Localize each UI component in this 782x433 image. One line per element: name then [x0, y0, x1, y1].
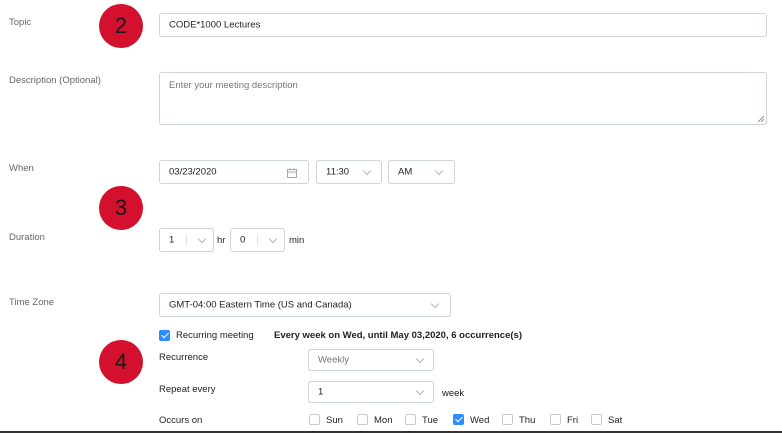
chevron-down-icon	[434, 166, 444, 176]
duration-minutes-value: 0	[240, 234, 246, 246]
hr-unit: hr	[217, 235, 226, 246]
chevron-down-icon	[415, 354, 425, 364]
chevron-down-icon	[268, 234, 278, 244]
when-label: When	[9, 163, 34, 174]
day-checkbox-thu[interactable]	[502, 414, 513, 425]
timezone-value: GMT-04:00 Eastern Time (US and Canada)	[169, 299, 352, 311]
chevron-down-icon	[197, 234, 207, 244]
day-checkbox-tue[interactable]	[405, 414, 416, 425]
day-label-sat[interactable]: Sat	[608, 415, 622, 426]
repeat-every-select[interactable]: 1	[308, 381, 434, 403]
chevron-down-icon	[415, 386, 425, 396]
day-label-tue[interactable]: Tue	[422, 415, 438, 426]
recurrence-summary: Every week on Wed, until May 03,2020, 6 …	[274, 330, 522, 341]
date-value: 03/23/2020	[169, 166, 217, 178]
day-checkbox-sun[interactable]	[309, 414, 320, 425]
description-textarea[interactable]: Enter your meeting description	[159, 72, 767, 125]
duration-hours-select[interactable]: 1	[159, 228, 214, 252]
day-checkbox-mon[interactable]	[357, 414, 368, 425]
step-3-badge: 3	[99, 186, 143, 230]
date-picker[interactable]: 03/23/2020	[159, 160, 309, 184]
topic-input[interactable]: CODE*1000 Lectures	[159, 13, 767, 37]
timezone-select[interactable]: GMT-04:00 Eastern Time (US and Canada)	[159, 293, 451, 317]
repeat-every-label: Repeat every	[159, 384, 216, 395]
timezone-label: Time Zone	[9, 297, 55, 308]
chevron-down-icon	[362, 166, 372, 176]
step-2-badge: 2	[99, 4, 143, 48]
occurs-on-label: Occurs on	[159, 415, 203, 426]
day-label-mon[interactable]: Mon	[374, 415, 392, 426]
recurrence-select[interactable]: Weekly	[308, 349, 434, 371]
duration-minutes-select[interactable]: 0	[230, 228, 285, 252]
day-checkbox-fri[interactable]	[550, 414, 561, 425]
time-select[interactable]: 11:30	[316, 160, 382, 184]
day-checkbox-wed[interactable]	[453, 414, 464, 425]
description-placeholder: Enter your meeting description	[169, 80, 298, 91]
ampm-value: AM	[398, 166, 413, 178]
calendar-icon[interactable]	[287, 168, 297, 178]
time-value: 11:30	[326, 166, 350, 178]
description-label: Description (Optional)	[9, 75, 101, 86]
ampm-select[interactable]: AM	[388, 160, 455, 184]
day-label-thu[interactable]: Thu	[519, 415, 535, 426]
day-label-sun[interactable]: Sun	[326, 415, 343, 426]
chevron-down-icon	[430, 299, 440, 309]
repeat-unit: week	[442, 388, 465, 399]
recurring-label[interactable]: Recurring meeting	[176, 330, 254, 341]
day-label-fri[interactable]: Fri	[567, 415, 578, 426]
day-label-wed[interactable]: Wed	[470, 415, 489, 426]
recurring-checkbox[interactable]	[159, 330, 170, 341]
topic-value: CODE*1000 Lectures	[169, 19, 261, 31]
min-unit: min	[289, 235, 305, 246]
resize-handle-icon[interactable]	[757, 115, 764, 122]
duration-label: Duration	[9, 232, 45, 243]
step-4-badge: 4	[99, 340, 143, 384]
recurrence-value: Weekly	[318, 354, 349, 366]
repeat-every-value: 1	[318, 386, 324, 398]
day-checkbox-sat[interactable]	[591, 414, 602, 425]
topic-label: Topic	[9, 17, 32, 28]
recurrence-label: Recurrence	[159, 352, 209, 363]
duration-hours-value: 1	[169, 234, 175, 246]
